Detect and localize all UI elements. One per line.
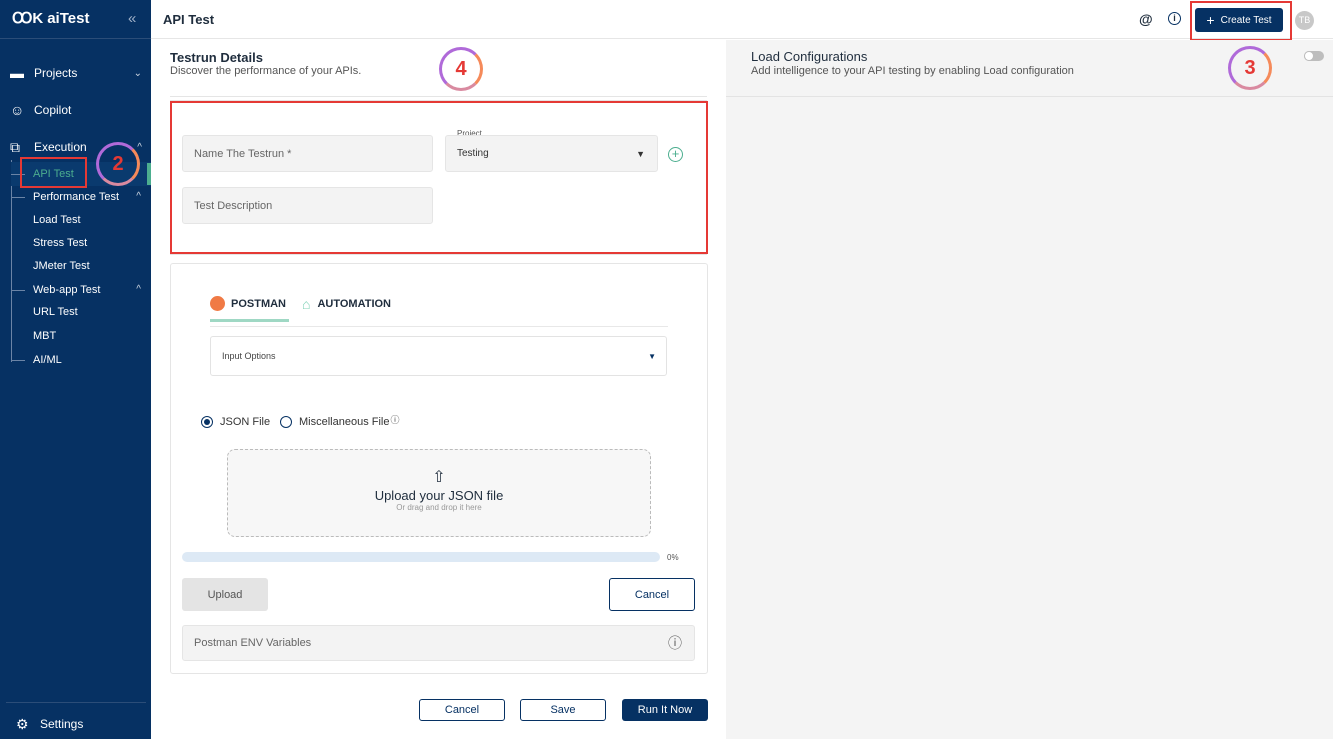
upload-dropzone[interactable]: ⇧ Upload your JSON file Or drag and drop… [227, 449, 651, 537]
upload-hint: Or drag and drop it here [396, 503, 482, 512]
tree-tick [11, 290, 25, 291]
logo-icon: ꝎK [12, 10, 44, 27]
input-options-select[interactable]: Input Options ▼ [210, 336, 667, 376]
label: Performance Test [33, 191, 120, 203]
info-icon[interactable]: ⓘ [390, 413, 399, 426]
sidebar: ꝎK aiTest « ▬ Projects ⌄ ☺ Copilot ⧉ Executio… [0, 0, 151, 739]
upload-icon: ⇧ [432, 469, 446, 486]
upload-title: Upload your JSON file [374, 488, 504, 503]
annotation-marker: 4 [439, 47, 483, 91]
chevron-up-icon: ^ [136, 191, 141, 202]
sidebar-item-projects[interactable]: ▬ Projects ⌄ [10, 66, 142, 80]
cancel-upload-button[interactable]: Cancel [609, 578, 695, 611]
annotation-box [170, 101, 708, 254]
progress-text: 0% [667, 553, 679, 562]
divider [726, 96, 1333, 97]
annotation-marker: 2 [96, 142, 140, 186]
external-edit-icon: ⧉ [10, 139, 20, 155]
label: Postman ENV Variables [194, 637, 312, 649]
sidebar-item-web-app-test[interactable]: Web-app Test ^ [33, 284, 141, 296]
sidebar-item-performance-test[interactable]: Performance Test ^ [33, 191, 141, 203]
sidebar-item-copilot[interactable]: ☺ Copilot [10, 103, 71, 117]
label: Execution [34, 140, 87, 154]
label: Copilot [34, 103, 72, 117]
label: Settings [40, 717, 84, 731]
logo-text: aiTest [47, 9, 90, 27]
annotation-box [20, 157, 87, 188]
avatar[interactable]: TB [1295, 11, 1314, 30]
sidebar-item-settings[interactable]: ⚙ Settings [16, 717, 83, 731]
sidebar-item-jmeter-test[interactable]: JMeter Test [33, 260, 90, 272]
sidebar-item-mbt[interactable]: MBT [33, 330, 56, 342]
divider [170, 96, 707, 97]
upload-button[interactable]: Upload [182, 578, 268, 611]
tab-postman[interactable]: POSTMAN [210, 296, 289, 322]
testrun-subtitle: Discover the performance of your APIs. [170, 65, 362, 77]
divider [0, 38, 151, 39]
load-config-title: Load Configurations [751, 49, 868, 64]
divider [210, 326, 668, 327]
info-icon[interactable]: i [1168, 12, 1181, 25]
active-indicator [147, 163, 151, 185]
at-icon[interactable]: @ [1139, 11, 1153, 27]
folder-icon: ▬ [10, 65, 24, 81]
load-config-panel: Load Configurations Add intelligence to … [726, 40, 1333, 739]
postman-env-variables[interactable]: Postman ENV Variables ⓘ [182, 625, 695, 661]
value: Input Options [222, 351, 276, 361]
load-config-toggle[interactable] [1304, 51, 1324, 61]
tree-line [11, 160, 12, 362]
tree-tick [11, 360, 25, 361]
caret-down-icon: ▼ [648, 351, 656, 361]
testrun-title: Testrun Details [170, 50, 263, 65]
chevron-down-icon: ⌄ [133, 67, 142, 79]
load-config-subtitle: Add intelligence to your API testing by … [751, 65, 1074, 77]
collapse-sidebar-icon[interactable]: « [128, 10, 136, 27]
cancel-button[interactable]: Cancel [419, 699, 505, 721]
robot-icon: ⌂ [302, 296, 311, 312]
sidebar-item-ai-ml[interactable]: AI/ML [33, 354, 62, 366]
radio-unchecked-icon [280, 416, 292, 428]
sidebar-item-stress-test[interactable]: Stress Test [33, 237, 87, 249]
chevron-up-icon: ^ [136, 284, 141, 295]
divider [6, 702, 146, 703]
logo[interactable]: ꝎK aiTest [12, 9, 90, 28]
save-button[interactable]: Save [520, 699, 606, 721]
info-icon[interactable]: ⓘ [668, 633, 682, 653]
label: JSON File [220, 416, 271, 428]
tab-automation[interactable]: ⌂ AUTOMATION [302, 296, 391, 312]
sidebar-item-url-test[interactable]: URL Test [33, 306, 78, 318]
annotation-box [1190, 1, 1292, 41]
gear-icon: ⚙ [16, 716, 29, 732]
upload-progress-bar [182, 552, 660, 562]
annotation-marker: 3 [1228, 46, 1272, 90]
radio-misc-file[interactable]: Miscellaneous File ⓘ [280, 413, 400, 428]
page-title: API Test [163, 12, 215, 27]
run-it-now-button[interactable]: Run It Now [622, 699, 708, 721]
label: Projects [34, 66, 78, 80]
chevron-up-icon: ^ [137, 141, 142, 153]
label: POSTMAN [231, 297, 286, 310]
label: Web-app Test [33, 284, 101, 296]
copilot-icon: ☺ [10, 102, 25, 118]
tree-tick [11, 197, 25, 198]
header: API Test @ i + Create Test TB [151, 0, 1333, 41]
postman-icon [210, 296, 225, 311]
radio-json-file[interactable]: JSON File [201, 416, 270, 428]
label: Miscellaneous File [299, 416, 390, 428]
label: AUTOMATION [317, 298, 391, 310]
sidebar-item-load-test[interactable]: Load Test [33, 214, 81, 226]
radio-checked-icon [201, 416, 213, 428]
